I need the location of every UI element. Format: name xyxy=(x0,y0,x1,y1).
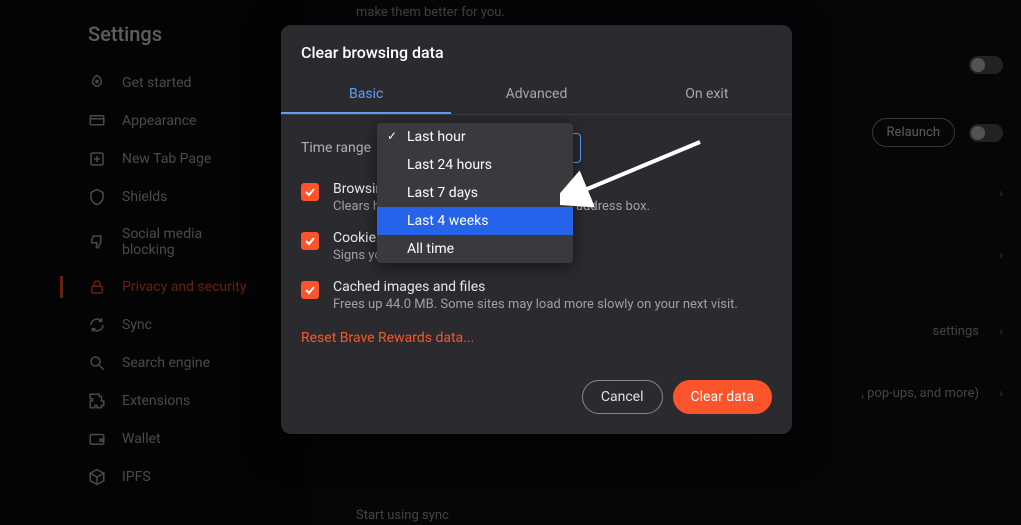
tab-on-exit[interactable]: On exit xyxy=(622,76,792,114)
dialog-footer: Cancel Clear data xyxy=(281,356,792,416)
checkbox-history[interactable] xyxy=(301,183,319,201)
tab-basic[interactable]: Basic xyxy=(281,76,451,114)
clear-data-button[interactable]: Clear data xyxy=(673,380,772,414)
checkbox-cache[interactable] xyxy=(301,281,319,299)
reset-rewards-link[interactable]: Reset Brave Rewards data... xyxy=(281,320,792,356)
time-range-option[interactable]: All time xyxy=(377,235,573,263)
cancel-button[interactable]: Cancel xyxy=(582,380,663,414)
cache-desc: Frees up 44.0 MB. Some sites may load mo… xyxy=(333,297,738,312)
dialog-title: Clear browsing data xyxy=(281,43,792,76)
dialog-tabs: Basic Advanced On exit xyxy=(281,76,792,115)
tab-advanced[interactable]: Advanced xyxy=(451,76,621,114)
time-range-option[interactable]: Last 4 weeks xyxy=(377,207,573,235)
cache-title: Cached images and files xyxy=(333,279,738,295)
checkbox-cookies[interactable] xyxy=(301,232,319,250)
time-range-option[interactable]: Last 24 hours xyxy=(377,151,573,179)
time-range-label: Time range xyxy=(301,140,371,156)
time-range-option[interactable]: Last hour xyxy=(377,123,573,151)
time-range-dropdown: Last hourLast 24 hoursLast 7 daysLast 4 … xyxy=(377,123,573,263)
checkbox-row-cache[interactable]: Cached images and files Frees up 44.0 MB… xyxy=(281,271,792,320)
time-range-option[interactable]: Last 7 days xyxy=(377,179,573,207)
